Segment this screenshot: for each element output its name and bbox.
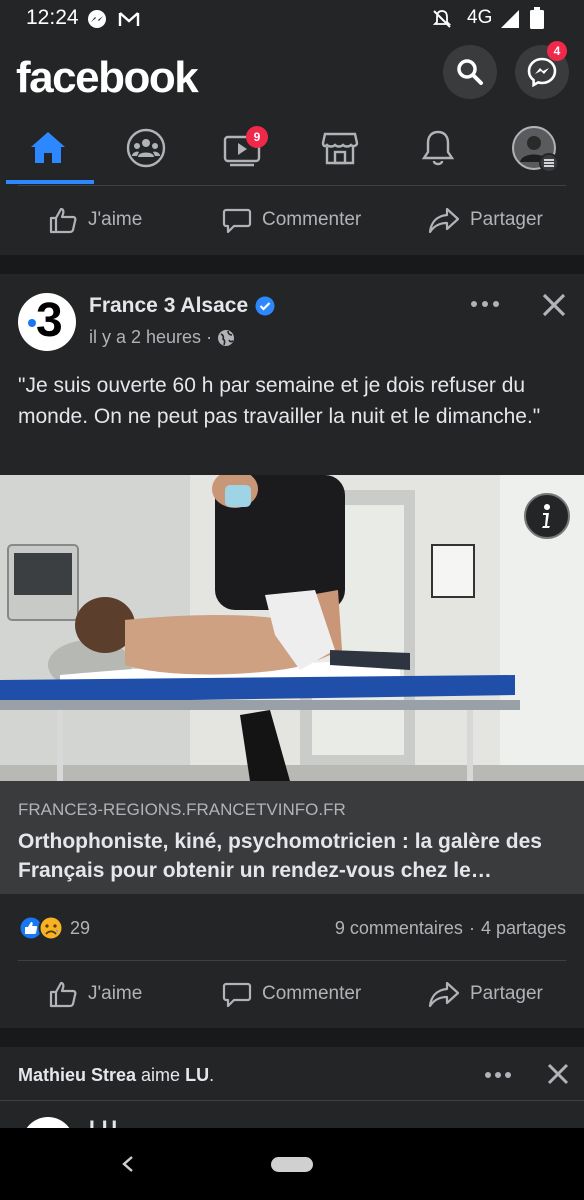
page-name[interactable]: France 3 Alsace bbox=[89, 294, 248, 318]
link-title: Orthophoniste, kiné, psychomotricien : l… bbox=[18, 830, 542, 882]
gmail-icon bbox=[118, 12, 140, 26]
messenger-notification-icon bbox=[88, 10, 106, 28]
watch-badge: 9 bbox=[246, 126, 268, 148]
logo-dot bbox=[28, 319, 36, 327]
link-caption[interactable]: FRANCE3-REGIONS.FRANCETVINFO.FR Orthopho… bbox=[0, 781, 584, 894]
search-icon bbox=[457, 59, 483, 85]
divider bbox=[0, 1100, 584, 1101]
reaction-count: 29 bbox=[70, 917, 91, 938]
reactions-summary[interactable]: 29 bbox=[18, 915, 90, 941]
messenger-icon bbox=[527, 57, 557, 87]
post-meta: il y a 2 heures · bbox=[89, 327, 235, 348]
share-label: Partager bbox=[470, 983, 543, 1004]
share-icon bbox=[428, 981, 460, 1008]
info-button[interactable] bbox=[524, 493, 570, 539]
tab-groups[interactable] bbox=[124, 126, 168, 170]
page-name-row: France 3 Alsace bbox=[89, 294, 275, 318]
like-label: J'aime bbox=[88, 209, 143, 230]
status-time: 12:24 bbox=[26, 6, 79, 29]
comment-button[interactable]: Commenter bbox=[222, 205, 361, 235]
back-icon[interactable] bbox=[120, 1154, 136, 1174]
engagement-counts: 9 commentaires · 4 partages bbox=[334, 918, 566, 939]
thumbs-up-icon bbox=[49, 207, 77, 234]
share-button[interactable]: Partager bbox=[428, 205, 543, 235]
page-avatar[interactable]: 3 bbox=[18, 293, 76, 351]
more-options-icon[interactable] bbox=[470, 299, 500, 309]
battery-icon bbox=[530, 7, 544, 29]
like-button[interactable]: J'aime bbox=[48, 979, 142, 1009]
comment-label: Commenter bbox=[262, 209, 362, 230]
friend-name[interactable]: Mathieu Strea bbox=[18, 1065, 136, 1085]
lu-page-name[interactable]: LU bbox=[89, 1117, 117, 1128]
home-pill[interactable] bbox=[271, 1157, 313, 1172]
share-button[interactable]: Partager bbox=[428, 979, 543, 1009]
share-icon bbox=[428, 207, 460, 234]
comment-count[interactable]: 9 commentaires bbox=[335, 918, 463, 939]
close-icon[interactable] bbox=[541, 292, 567, 318]
divider bbox=[18, 960, 566, 961]
physiotherapy-photo bbox=[0, 475, 584, 781]
messenger-button[interactable]: 4 bbox=[515, 41, 569, 99]
tab-bar: 9 bbox=[0, 124, 584, 180]
previous-post-footer: J'aime Commenter Partager bbox=[0, 185, 584, 255]
home-icon bbox=[31, 132, 65, 163]
comment-label: Commenter bbox=[262, 983, 362, 1004]
share-count[interactable]: 4 partages bbox=[481, 918, 566, 939]
globe-icon bbox=[218, 329, 235, 346]
verified-badge-icon bbox=[255, 296, 275, 316]
close-icon[interactable] bbox=[546, 1062, 570, 1086]
tab-watch[interactable]: 9 bbox=[222, 126, 268, 172]
share-label: Partager bbox=[470, 209, 543, 230]
post-time[interactable]: il y a 2 heures bbox=[89, 327, 201, 348]
tab-menu[interactable] bbox=[512, 126, 559, 173]
facebook-logo[interactable]: facebook bbox=[16, 53, 199, 103]
divider bbox=[18, 185, 566, 186]
next-post-card: Mathieu Strea aime LU. LU bbox=[0, 1047, 584, 1128]
liked-page-name[interactable]: LU bbox=[185, 1065, 209, 1085]
post-card: 3 France 3 Alsace il y a 2 heures · "Je … bbox=[0, 274, 584, 1028]
friend-activity: Mathieu Strea aime LU. bbox=[18, 1065, 215, 1085]
more-options-icon[interactable] bbox=[484, 1070, 512, 1080]
signal-icon bbox=[501, 10, 519, 28]
system-nav-bar bbox=[0, 1128, 584, 1200]
activity-verb: aime bbox=[141, 1065, 181, 1085]
active-tab-indicator bbox=[6, 180, 94, 184]
post-text: "Je suis ouverte 60 h par semaine et je … bbox=[18, 374, 541, 428]
comment-button[interactable]: Commenter bbox=[222, 979, 361, 1009]
tab-notifications[interactable] bbox=[418, 128, 458, 168]
top-header: facebook 4 9 bbox=[0, 36, 584, 185]
profile-menu-icon bbox=[512, 126, 559, 173]
store-icon bbox=[321, 132, 359, 165]
tab-marketplace[interactable] bbox=[320, 128, 360, 168]
like-label: J'aime bbox=[88, 983, 143, 1004]
comment-icon bbox=[222, 982, 252, 1008]
link-domain: FRANCE3-REGIONS.FRANCETVINFO.FR bbox=[18, 800, 346, 819]
messenger-badge: 4 bbox=[547, 41, 567, 61]
reaction-icons bbox=[18, 915, 64, 941]
like-button[interactable]: J'aime bbox=[48, 205, 142, 235]
network-label: 4G bbox=[467, 7, 493, 28]
groups-icon bbox=[126, 128, 166, 168]
france3-logo: 3 bbox=[36, 294, 63, 347]
thumbs-up-icon bbox=[49, 981, 77, 1008]
info-icon bbox=[542, 504, 550, 528]
tab-home[interactable] bbox=[28, 128, 68, 168]
link-preview-image[interactable] bbox=[0, 475, 584, 781]
status-bar: 12:24 4G bbox=[0, 0, 584, 36]
lu-avatar[interactable] bbox=[22, 1117, 74, 1128]
mute-bell-icon bbox=[432, 10, 452, 28]
search-button[interactable] bbox=[443, 45, 497, 99]
comment-icon bbox=[222, 208, 252, 234]
bell-icon bbox=[421, 130, 455, 166]
